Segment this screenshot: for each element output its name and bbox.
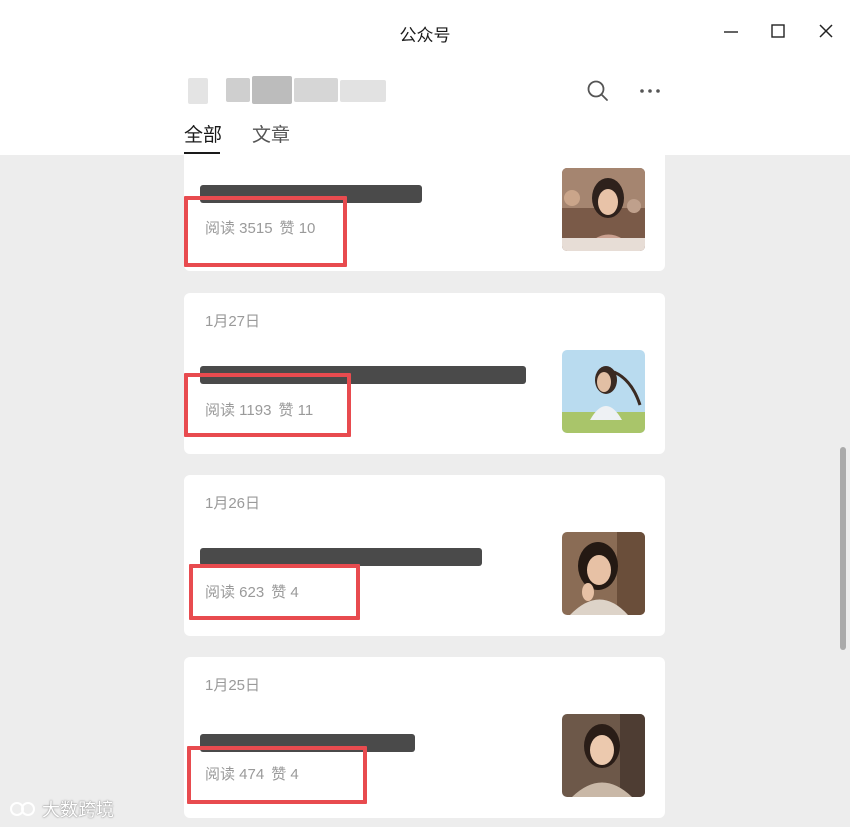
article-card[interactable]: 1月25日 阅读 474 赞 4 [184,657,665,818]
vertical-scrollbar[interactable] [840,447,846,650]
article-date: 1月26日 [205,495,261,512]
stats-highlight-box [189,564,360,620]
search-icon [587,80,608,101]
more-icon [640,89,660,93]
tab-articles[interactable]: 文章 [252,120,290,147]
maximize-icon [771,24,785,38]
active-tab-indicator [184,152,220,154]
watermark: 大数跨境 [8,796,114,822]
close-button[interactable] [811,16,841,46]
tab-all[interactable]: 全部 [184,120,222,147]
article-card[interactable]: 1月27日 阅读 1193 赞 11 [184,293,665,454]
account-header: 全部 文章 [0,62,850,155]
maximize-button[interactable] [763,16,793,46]
watermark-logo-icon [10,802,35,816]
woman-smiling-office-photo [562,168,645,251]
account-name-blurred [188,76,388,106]
article-card[interactable]: 阅读 3515 赞 10 [184,155,665,271]
article-card[interactable]: 1月26日 阅读 623 赞 4 [184,475,665,636]
woman-portrait-photo [562,714,645,797]
woman-field-sky-photo [562,350,645,433]
minimize-button[interactable] [716,16,746,46]
article-date: 1月27日 [205,313,261,330]
woman-thinking-photo [562,532,645,615]
article-date: 1月25日 [205,677,261,694]
search-button[interactable] [585,78,611,104]
watermark-text: 大数跨境 [42,800,114,820]
close-icon [819,24,833,38]
stats-highlight-box [184,373,351,437]
window-titlebar: 公众号 [0,0,850,62]
stats-highlight-box [187,746,367,804]
minimize-icon [724,31,738,33]
stats-highlight-box [184,196,347,267]
more-button[interactable] [637,78,663,104]
